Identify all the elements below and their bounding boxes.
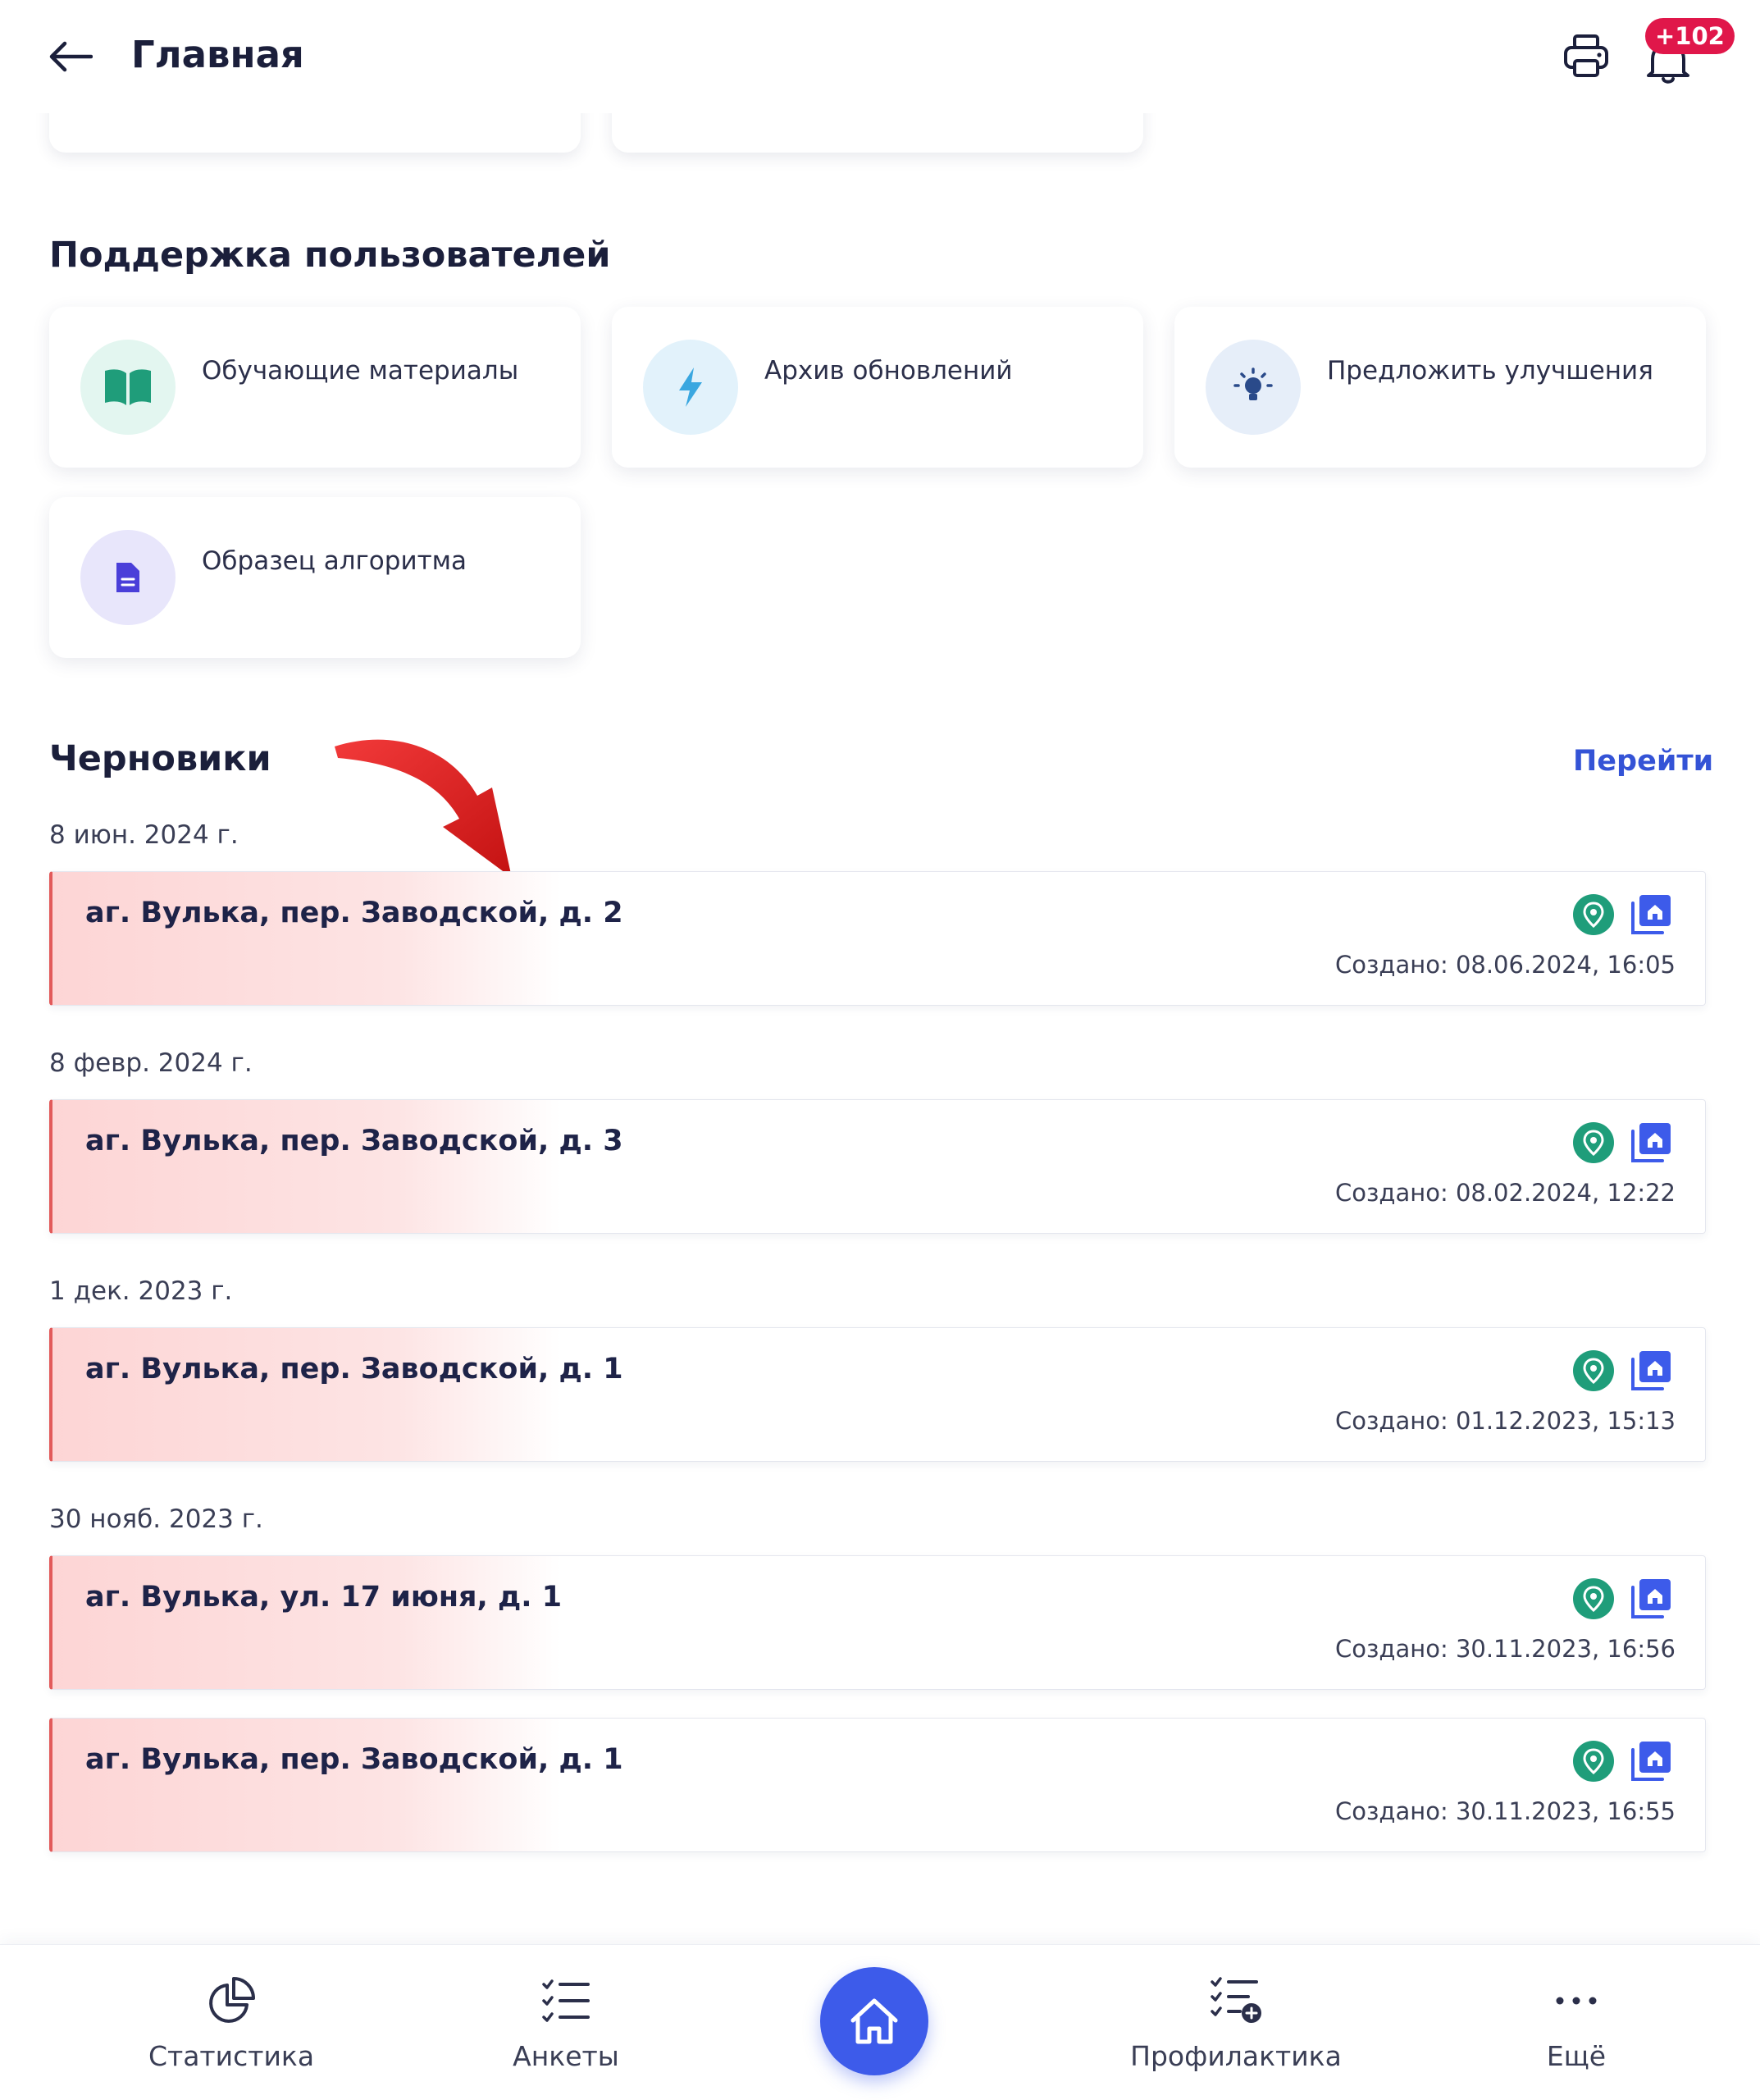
draft-date-label: 30 нояб. 2023 г. <box>49 1504 263 1534</box>
draft-created-date: Создано: 08.06.2024, 16:05 <box>1335 951 1676 979</box>
nav-item-label: Ещё <box>1546 2040 1607 2072</box>
draft-date-label: 8 февр. 2024 г. <box>49 1048 253 1078</box>
nav-home-button[interactable] <box>820 1967 928 2075</box>
nav-item-label: Профилактика <box>1130 2040 1342 2072</box>
draft-card[interactable]: аг. Вулька, ул. 17 июня, д. 1 Создано: 3… <box>49 1555 1706 1690</box>
support-card-label: Обучающие материалы <box>202 356 519 386</box>
support-card-updates[interactable]: Архив обновлений <box>612 307 1143 468</box>
drafts-section-title: Черновики <box>49 738 271 779</box>
draft-address: аг. Вулька, пер. Заводской, д. 1 <box>85 1353 623 1386</box>
nav-item-label: Статистика <box>148 2040 315 2072</box>
support-card-label: Предложить улучшения <box>1327 356 1653 386</box>
back-button[interactable] <box>43 30 97 84</box>
house-gallery-icon[interactable] <box>1630 1738 1674 1783</box>
print-button[interactable] <box>1558 28 1614 84</box>
house-gallery-icon[interactable] <box>1630 1576 1674 1620</box>
app-header: Главная +102 <box>0 0 1760 113</box>
house-gallery-icon[interactable] <box>1630 1120 1674 1164</box>
draft-date-label: 8 июн. 2024 г. <box>49 820 239 850</box>
drafts-go-link[interactable]: Перейти <box>1573 745 1713 778</box>
nav-item-prevention[interactable]: Профилактика <box>1113 1968 1359 2083</box>
more-icon <box>1556 1997 1597 2005</box>
notification-badge: +102 <box>1645 18 1735 54</box>
location-pin-icon[interactable] <box>1572 1740 1615 1783</box>
lightbulb-icon <box>1206 340 1301 435</box>
draft-created-date: Создано: 08.02.2024, 12:22 <box>1335 1179 1676 1207</box>
lightning-icon <box>643 340 738 435</box>
support-card-label: Образец алгоритма <box>202 546 467 576</box>
draft-created-date: Создано: 01.12.2023, 15:13 <box>1335 1407 1676 1435</box>
support-card-label: Архив обновлений <box>764 356 1013 386</box>
checklist-icon <box>542 1979 590 2022</box>
page: Главная +102 Поддержка пользователей Обу… <box>0 0 1760 2100</box>
support-section-title: Поддержка пользователей <box>49 235 611 276</box>
pie-chart-icon <box>209 1977 255 2023</box>
page-title: Главная <box>131 33 304 76</box>
nav-item-label: Анкеты <box>513 2040 619 2072</box>
support-card-algorithm[interactable]: Образец алгоритма <box>49 497 581 658</box>
location-pin-icon[interactable] <box>1572 1121 1615 1164</box>
draft-address: аг. Вулька, ул. 17 июня, д. 1 <box>85 1581 563 1614</box>
draft-card[interactable]: аг. Вулька, пер. Заводской, д. 3 Создано… <box>49 1099 1706 1234</box>
house-gallery-icon[interactable] <box>1630 1348 1674 1392</box>
draft-address: аг. Вулька, пер. Заводской, д. 3 <box>85 1125 623 1157</box>
support-card-suggest[interactable]: Предложить улучшения <box>1174 307 1706 468</box>
draft-date-label: 1 дек. 2023 г. <box>49 1276 233 1306</box>
draft-card[interactable]: аг. Вулька, пер. Заводской, д. 2 Создано… <box>49 871 1706 1006</box>
document-icon <box>80 530 176 625</box>
nav-item-statistics[interactable]: Статистика <box>108 1968 354 2083</box>
house-gallery-icon[interactable] <box>1630 892 1674 936</box>
draft-created-date: Создано: 30.11.2023, 16:56 <box>1335 1635 1676 1663</box>
book-icon <box>80 340 176 435</box>
location-pin-icon[interactable] <box>1572 1577 1615 1620</box>
draft-card[interactable]: аг. Вулька, пер. Заводской, д. 1 Создано… <box>49 1327 1706 1462</box>
draft-card[interactable]: аг. Вулька, пер. Заводской, д. 1 Создано… <box>49 1718 1706 1852</box>
checklist-add-icon <box>1211 1977 1261 2023</box>
support-card-training[interactable]: Обучающие материалы <box>49 307 581 468</box>
draft-address: аг. Вулька, пер. Заводской, д. 2 <box>85 897 623 929</box>
arrow-left-icon <box>49 41 93 72</box>
draft-address: аг. Вулька, пер. Заводской, д. 1 <box>85 1743 623 1776</box>
draft-created-date: Создано: 30.11.2023, 16:55 <box>1335 1797 1676 1825</box>
location-pin-icon[interactable] <box>1572 893 1615 936</box>
printer-icon <box>1564 34 1608 77</box>
location-pin-icon[interactable] <box>1572 1349 1615 1392</box>
nav-item-more[interactable]: Ещё <box>1453 1968 1699 2083</box>
nav-item-surveys[interactable]: Анкеты <box>443 1968 689 2083</box>
home-icon <box>850 1998 898 2044</box>
annotation-arrow <box>335 739 512 878</box>
